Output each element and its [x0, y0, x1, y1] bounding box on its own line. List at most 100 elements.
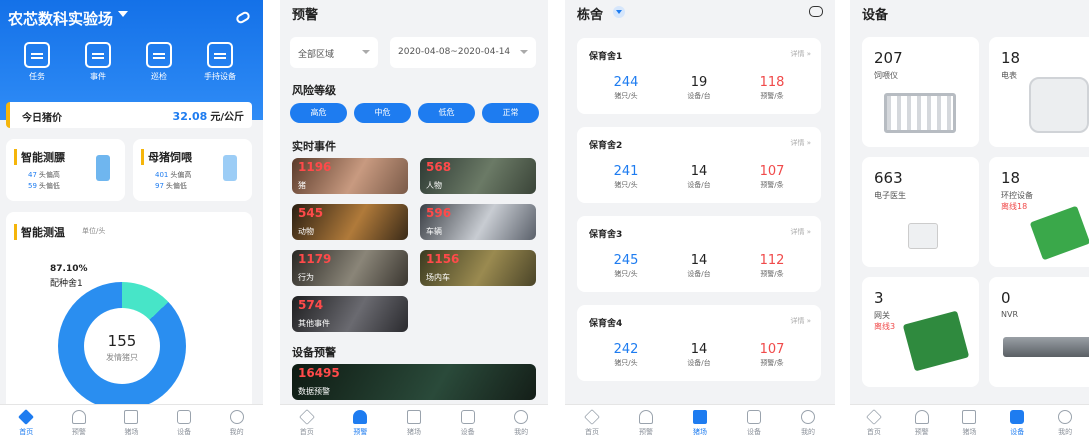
calendar-icon [85, 42, 111, 68]
region-select[interactable]: 全部区域 [290, 37, 378, 68]
layers-icon [584, 409, 600, 425]
tab-device[interactable]: 设备 [164, 410, 204, 437]
event-button[interactable]: 事件 [78, 42, 118, 82]
tab-device[interactable]: 设备 [997, 410, 1037, 437]
handheld-icon [207, 42, 233, 68]
tab-mine[interactable]: 我的 [501, 410, 541, 437]
realtime-events-title: 实时事件 [292, 140, 336, 153]
donut-center-value: 155 [107, 332, 137, 350]
event-tile-vehicle[interactable]: 596 车辆 [420, 204, 536, 240]
detail-link[interactable]: 详情 » [790, 227, 811, 237]
tab-mine[interactable]: 我的 [788, 410, 828, 437]
backfat-title: 智能测膘 [14, 149, 65, 165]
feeder-image [884, 93, 956, 133]
tab-device[interactable]: 设备 [734, 410, 774, 437]
tab-farm[interactable]: 猪场 [680, 410, 720, 437]
tab-home[interactable]: 首页 [6, 409, 46, 437]
user-icon [801, 410, 815, 424]
tab-home[interactable]: 首页 [854, 409, 894, 437]
tab-farm[interactable]: 猪场 [394, 410, 434, 437]
nvr-image [1003, 337, 1089, 357]
event-tile-farm-vehicle[interactable]: 1156 场内车 [420, 250, 536, 286]
tab-mine[interactable]: 我的 [1045, 410, 1085, 437]
piggy-icon[interactable] [809, 6, 823, 17]
event-tile-data[interactable]: 16495 数据预警 [292, 364, 536, 400]
device-card-meter[interactable]: 18 电表 [989, 37, 1089, 147]
sow-feeding-title: 母猪饲喂 [141, 149, 192, 165]
page-title: 栋舍 [577, 8, 604, 23]
sow-feeding-card[interactable]: 母猪饲喂 401 头偏高 97 头偏低 [133, 139, 252, 201]
tab-bar: 首页 预警 猪场 设备 我的 [0, 404, 263, 442]
pig-price-bar[interactable]: 今日猪价 32.08 元/公斤 [6, 102, 252, 128]
task-icon [24, 42, 50, 68]
tab-warning[interactable]: 预警 [340, 410, 380, 437]
task-label: 任务 [29, 72, 45, 81]
monitor-icon [1010, 410, 1025, 424]
tab-warning[interactable]: 预警 [626, 410, 666, 437]
risk-low-button[interactable]: 低危 [418, 103, 475, 123]
tab-farm[interactable]: 猪场 [111, 410, 151, 437]
risk-normal-button[interactable]: 正常 [482, 103, 539, 123]
tab-warning[interactable]: 预警 [902, 410, 942, 437]
tab-farm[interactable]: 猪场 [949, 410, 989, 437]
user-icon [514, 410, 529, 424]
device-card-gateway[interactable]: 3 网关 离线3 [862, 277, 979, 387]
task-button[interactable]: 任务 [17, 42, 57, 82]
price-label: 今日猪价 [22, 113, 62, 124]
tab-mine[interactable]: 我的 [217, 410, 257, 437]
event-label: 事件 [90, 72, 106, 81]
device-card-feeder[interactable]: 207 饲喂仪 [862, 37, 979, 147]
device-card-nvr[interactable]: 0 NVR [989, 277, 1089, 387]
backfat-card[interactable]: 智能测膘 47 头偏高 59 头偏低 [6, 139, 125, 201]
gateway-board-image [902, 310, 970, 372]
event-tile-pig[interactable]: 1196 猪 [292, 158, 408, 194]
feeder-icon [223, 155, 237, 181]
tab-warning[interactable]: 预警 [59, 410, 99, 437]
barn-icon [962, 410, 977, 424]
barn-card[interactable]: 保育舍3 详情 » 245 猪只/头 14 设备/台 112 预警/条 [577, 216, 821, 292]
device-warning-title: 设备预警 [292, 346, 336, 359]
device-card-ear-tag[interactable]: 663 电子医生 [862, 157, 979, 267]
detail-link[interactable]: 详情 » [790, 49, 811, 59]
device-screen: 设备 207 饲喂仪 18 电表 663 电子医生 18 环控设备 离线18 3 网关 离线3… [850, 0, 1089, 442]
handheld-device-button[interactable]: 手持设备 [200, 42, 240, 82]
tab-bar: 首页 预警 猪场 设备 我的 [565, 404, 835, 442]
patrol-label: 巡检 [151, 72, 167, 81]
scanner-icon [96, 155, 110, 181]
donut-center-label: 发情猪只 [106, 353, 138, 362]
risk-high-button[interactable]: 高危 [290, 103, 347, 123]
price-value: 32.08 [172, 110, 208, 123]
date-range-select[interactable]: 2020-04-08~2020-04-14 [390, 37, 536, 68]
event-tile-other[interactable]: 574 其他事件 [292, 296, 408, 332]
event-tile-person[interactable]: 568 人物 [420, 158, 536, 194]
page-title: 设备 [862, 8, 889, 23]
risk-level-title: 风险等级 [292, 84, 336, 97]
map-pin-icon [146, 42, 172, 68]
device-card-env-control[interactable]: 18 环控设备 离线18 [989, 157, 1089, 267]
chevron-down-icon[interactable] [118, 11, 128, 17]
barn-card[interactable]: 保育舍1 详情 » 244 猪只/头 19 设备/台 118 预警/条 [577, 38, 821, 114]
barn-screen: 栋舍 保育舍1 详情 » 244 猪只/头 19 设备/台 118 预警/条 保育舍2 详… [565, 0, 835, 442]
chevron-down-icon [362, 50, 370, 54]
event-tile-behavior[interactable]: 1179 行为 [292, 250, 408, 286]
tab-home[interactable]: 首页 [287, 409, 327, 437]
tab-device[interactable]: 设备 [448, 410, 488, 437]
farm-title[interactable]: 农芯数科实验场 [8, 8, 113, 29]
env-board-image [1029, 205, 1089, 261]
event-tile-animal[interactable]: 545 动物 [292, 204, 408, 240]
temperature-unit: 单位/头 [82, 227, 106, 235]
tab-home[interactable]: 首页 [572, 409, 612, 437]
detail-link[interactable]: 详情 » [790, 138, 811, 148]
chevron-down-icon[interactable] [613, 6, 625, 18]
risk-medium-button[interactable]: 中危 [354, 103, 411, 123]
alarm-icon [914, 410, 929, 424]
barn-card[interactable]: 保育舍4 详情 » 242 猪只/头 14 设备/台 107 预警/条 [577, 305, 821, 381]
chevron-down-icon [520, 50, 528, 54]
patrol-button[interactable]: 巡检 [139, 42, 179, 82]
tab-bar: 首页 预警 猪场 设备 我的 [280, 404, 548, 442]
alarm-icon [71, 410, 86, 424]
detail-link[interactable]: 详情 » [790, 316, 811, 326]
alarm-icon [639, 410, 653, 424]
alarm-icon [353, 410, 368, 424]
barn-card[interactable]: 保育舍2 详情 » 241 猪只/头 14 设备/台 107 预警/条 [577, 127, 821, 203]
